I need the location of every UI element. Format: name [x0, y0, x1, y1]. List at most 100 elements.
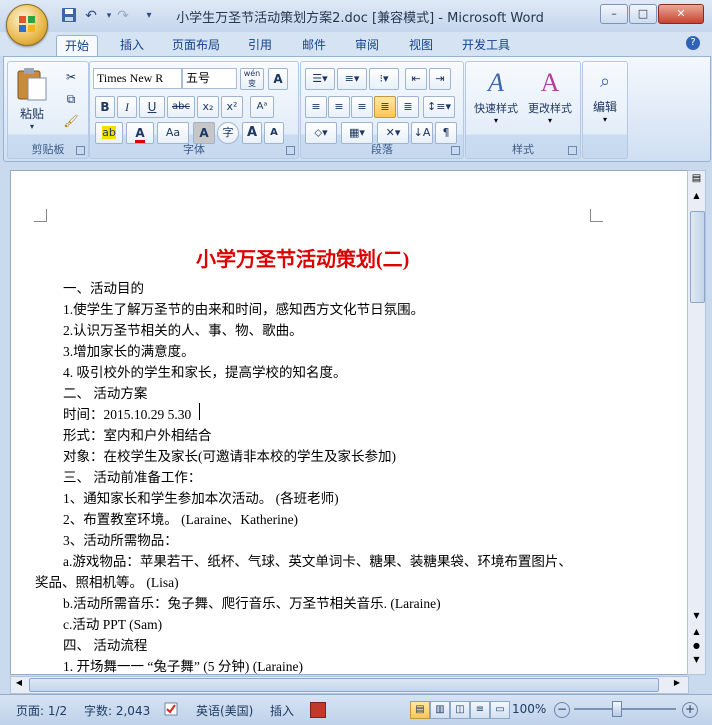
doc-line: 2、布置教室环境。 (Laraine、Katherine)	[63, 512, 299, 527]
underline-button[interactable]: U	[139, 96, 165, 118]
paste-button[interactable]: 粘贴 ▾	[14, 66, 50, 131]
tab-home[interactable]: 开始	[56, 35, 99, 57]
doc-line: 3、活动所需物品：	[63, 533, 178, 548]
numbering-button[interactable]: ≡▾	[337, 68, 367, 90]
align-right-button[interactable]: ≡	[351, 96, 373, 118]
draft-view-icon[interactable]: ▭	[490, 701, 510, 719]
paste-dropdown-icon[interactable]: ▾	[14, 122, 50, 131]
doc-line: 四、 活动流程	[63, 638, 148, 653]
multilevel-list-button[interactable]: ⁝▾	[369, 68, 399, 90]
scroll-right-icon[interactable]: ▶	[671, 678, 683, 691]
next-page-icon[interactable]: ▼	[690, 655, 703, 667]
zoom-in-icon[interactable]: +	[682, 702, 698, 718]
outline-view-icon[interactable]: ≡	[470, 701, 490, 719]
increase-indent-button[interactable]: ⇥	[429, 68, 451, 90]
tab-references[interactable]: 引用	[240, 35, 280, 56]
tab-page-layout[interactable]: 页面布局	[164, 35, 228, 56]
office-button[interactable]	[6, 4, 48, 46]
horizontal-scrollbar[interactable]: ◀ ▶	[10, 676, 689, 694]
status-bar: 页面: 1/2 字数: 2,043 英语(美国) 插入 ▤ ▥ ◫ ≡ ▭ 10…	[0, 694, 712, 725]
change-styles-button[interactable]: A 更改样式 ▾	[524, 66, 576, 134]
web-layout-icon[interactable]: ◫	[450, 701, 470, 719]
vertical-scrollbar[interactable]: ▤ ▲ ▼ ▲ ● ▼	[687, 170, 706, 675]
justify-button[interactable]: ≣	[374, 96, 396, 118]
zoom-level[interactable]: 100%	[512, 702, 546, 716]
previous-page-icon[interactable]: ▲	[690, 627, 703, 639]
styles-launcher-icon[interactable]: .	[568, 146, 577, 155]
page-indicator[interactable]: 页面: 1/2	[16, 702, 67, 719]
macro-record-icon[interactable]	[310, 702, 326, 718]
tab-review[interactable]: 审阅	[347, 35, 387, 56]
change-styles-label: 更改样式	[528, 102, 572, 115]
doc-line: 时间：2015.10.29 5.30	[63, 407, 192, 422]
horizontal-scroll-thumb[interactable]	[29, 678, 659, 692]
editing-button[interactable]: ⌕ 编辑 ▾	[585, 66, 625, 136]
doc-line: 2.认识万圣节相关的人、事、物、歌曲。	[63, 323, 303, 338]
redo-icon[interactable]: ↷	[114, 7, 132, 25]
scroll-up-icon[interactable]: ▲	[690, 191, 703, 205]
line-spacing-button[interactable]: ↕≡▾	[423, 96, 455, 118]
tab-view[interactable]: 视图	[401, 35, 441, 56]
select-browse-object-icon[interactable]: ●	[690, 641, 703, 653]
paste-label: 粘贴	[19, 107, 44, 121]
language-indicator[interactable]: 英语(美国)	[196, 702, 253, 719]
bullets-button[interactable]: ☰▾	[305, 68, 335, 90]
distributed-button[interactable]: ≣	[397, 96, 419, 118]
ribbon-tab-bar: 开始 插入 页面布局 引用 邮件 审阅 视图 开发工具 ?	[0, 32, 712, 57]
help-icon[interactable]: ?	[686, 36, 700, 50]
tab-insert[interactable]: 插入	[112, 35, 152, 56]
doc-line: 对象：在校学生及家长(可邀请非本校的学生及家长参加)	[63, 449, 396, 464]
superscript-button[interactable]: x²	[221, 96, 243, 118]
proofing-icon[interactable]	[164, 702, 178, 716]
align-center-button[interactable]: ≡	[328, 96, 350, 118]
font-name-select[interactable]: Times New R	[93, 68, 182, 89]
cut-icon[interactable]: ✂	[60, 66, 82, 88]
paragraph-group: ☰▾ ≡▾ ⁝▾ ⇤ ⇥ ≡ ≡ ≡ ≣ ≣ ↕≡▾ ⬦▾ ▦▾ ✕▾ ↓A ¶…	[300, 61, 464, 159]
quick-styles-button[interactable]: A 快速样式 ▾	[470, 66, 522, 134]
clear-formatting-button[interactable]: Aᵃ	[250, 96, 274, 118]
zoom-slider-thumb[interactable]	[612, 701, 622, 717]
insert-mode[interactable]: 插入	[270, 702, 294, 719]
word-count[interactable]: 字数: 2,043	[84, 702, 150, 719]
change-styles-icon: A	[540, 68, 560, 97]
print-layout-view-icon[interactable]: ▤	[410, 701, 430, 719]
font-group: Times New R 五号 wén 变 A B I U abc x₂ x² Aᵃ…	[89, 61, 299, 159]
scroll-down-icon[interactable]: ▼	[690, 611, 703, 623]
font-group-label: 字体	[183, 143, 205, 156]
full-screen-reading-icon[interactable]: ▥	[430, 701, 450, 719]
copy-icon[interactable]: ⧉	[60, 88, 82, 110]
phonetic-guide-button[interactable]: wén 变	[240, 68, 264, 90]
close-button[interactable]: ✕	[658, 4, 704, 24]
undo-icon[interactable]: ↶	[82, 7, 100, 25]
title-bar: ↶ ▾ ↷ ▾ 小学生万圣节活动策划方案2.doc [兼容模式] - Micro…	[0, 0, 712, 46]
ruler-toggle-icon[interactable]: ▤	[690, 173, 703, 187]
decrease-indent-button[interactable]: ⇤	[405, 68, 427, 90]
font-size-select[interactable]: 五号	[182, 68, 237, 89]
zoom-slider-track[interactable]	[574, 708, 676, 710]
document-page[interactable]: 小学万圣节活动策划(二) 一、活动目的 1.使学生了解万圣节的由来和时间，感知西…	[10, 170, 689, 675]
align-left-button[interactable]: ≡	[305, 96, 327, 118]
char-border-button[interactable]: A	[268, 68, 288, 90]
paragraph-launcher-icon[interactable]: .	[451, 146, 460, 155]
maximize-button[interactable]: □	[629, 4, 657, 24]
italic-button[interactable]: I	[117, 96, 137, 118]
clipboard-group: 粘贴 ▾ ✂ ⧉ 🖌 剪贴板 .	[7, 61, 89, 159]
save-icon[interactable]	[60, 7, 78, 25]
highlight-label: ab	[102, 126, 116, 139]
ribbon: 粘贴 ▾ ✂ ⧉ 🖌 剪贴板 . Times New R 五号 wén变 A B…	[3, 56, 711, 162]
format-painter-icon[interactable]: 🖌	[60, 110, 82, 132]
vertical-scroll-thumb[interactable]	[690, 211, 705, 303]
font-launcher-icon[interactable]: .	[286, 146, 295, 155]
tab-developer[interactable]: 开发工具	[454, 35, 518, 56]
bold-button[interactable]: B	[95, 96, 115, 118]
phonetic-guide-label: wén	[243, 69, 261, 78]
margin-corner-top-right	[590, 209, 603, 222]
doc-line: 形式：室内和户外相结合	[63, 428, 212, 443]
tab-mailings[interactable]: 邮件	[294, 35, 334, 56]
clipboard-launcher-icon[interactable]: .	[76, 146, 85, 155]
minimize-button[interactable]: –	[600, 4, 628, 24]
subscript-button[interactable]: x₂	[197, 96, 219, 118]
scroll-left-icon[interactable]: ◀	[13, 678, 25, 691]
strikethrough-button[interactable]: abc	[167, 96, 195, 118]
zoom-out-icon[interactable]: −	[554, 702, 570, 718]
